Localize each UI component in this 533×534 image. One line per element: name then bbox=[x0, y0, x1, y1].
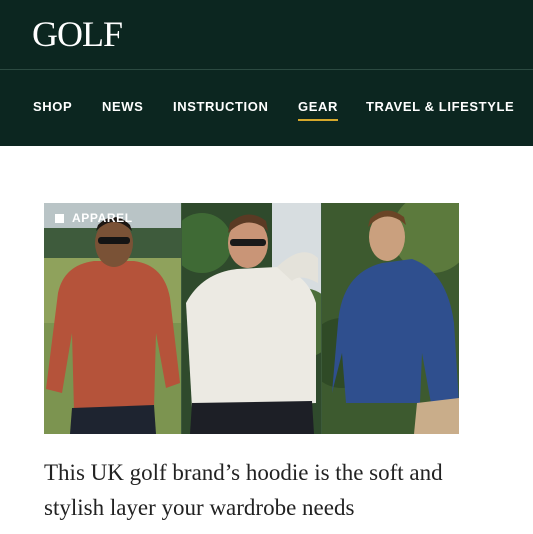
site-logo[interactable]: GOLF bbox=[32, 12, 123, 56]
category-badge[interactable]: APPAREL bbox=[55, 211, 133, 225]
square-icon bbox=[55, 213, 64, 223]
hero-panel-cream-hoodie bbox=[182, 203, 321, 434]
hero-panel-rust-hoodie bbox=[44, 203, 181, 434]
article-headline[interactable]: This UK golf brand’s hoodie is the soft … bbox=[44, 455, 504, 525]
article-hero-image[interactable] bbox=[44, 203, 459, 434]
nav-gear[interactable]: GEAR bbox=[298, 99, 338, 121]
site-header: GOLF SHOP NEWS INSTRUCTION GEAR TRAVEL &… bbox=[0, 0, 533, 146]
nav-travel-lifestyle[interactable]: TRAVEL & LIFESTYLE bbox=[366, 99, 514, 115]
nav-shop[interactable]: SHOP bbox=[33, 99, 72, 115]
nav-news[interactable]: NEWS bbox=[102, 99, 143, 115]
hero-panel-navy-hoodie bbox=[322, 203, 459, 434]
main-nav: SHOP NEWS INSTRUCTION GEAR TRAVEL & LIFE… bbox=[0, 70, 533, 146]
nav-instruction[interactable]: INSTRUCTION bbox=[173, 99, 268, 115]
category-label: APPAREL bbox=[72, 211, 133, 225]
